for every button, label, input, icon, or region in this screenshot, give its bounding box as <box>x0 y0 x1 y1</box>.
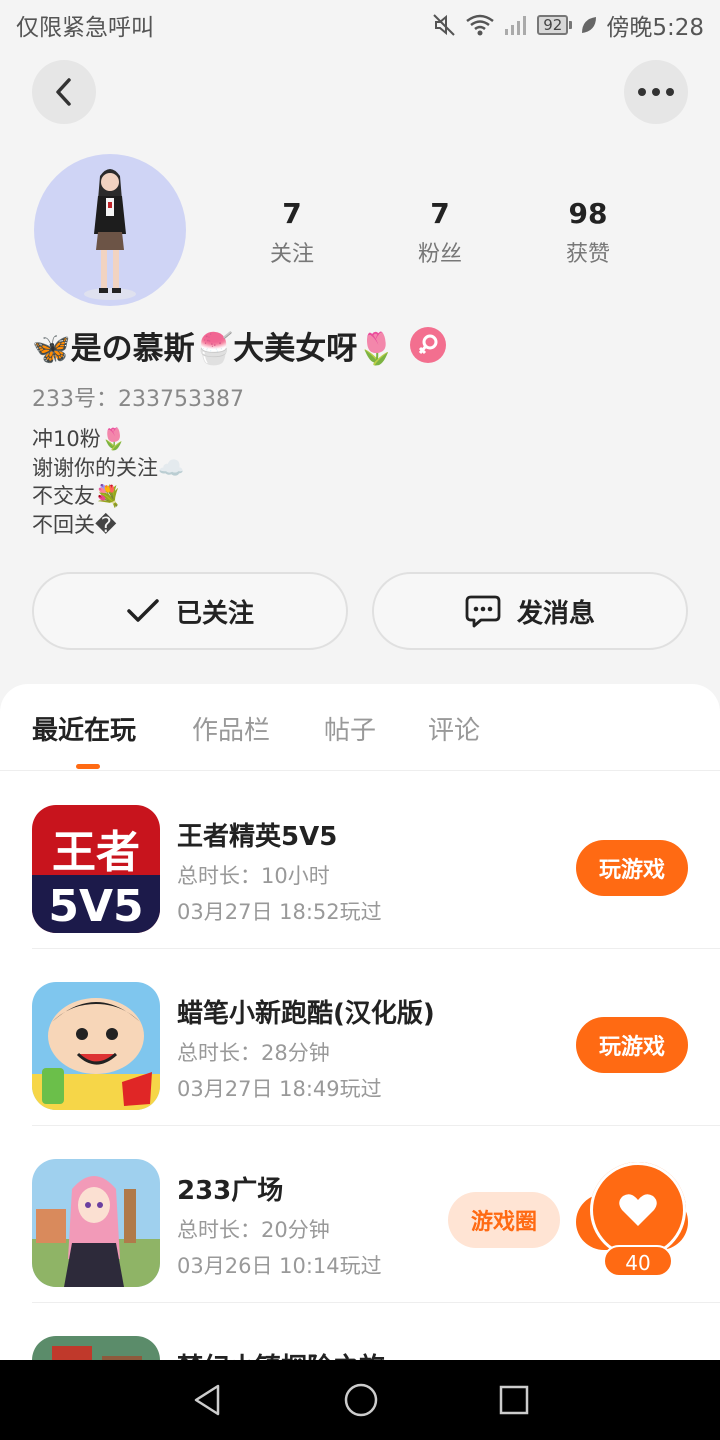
tab-works[interactable]: 作品栏 <box>192 710 270 747</box>
game-duration: 总时长：10小时 <box>177 864 330 888</box>
tab-recently-played[interactable]: 最近在玩 <box>32 710 136 747</box>
game-row[interactable]: 蜡笔小新跑酷(汉化版) 总时长：28分钟 03月27日 18:49玩过 玩游戏 <box>32 949 720 1126</box>
bio-line: 不回关� <box>32 512 117 537</box>
wangzhe-5v5-icon[interactable]: 王者 5V5 <box>32 805 160 933</box>
stat-label: 粉丝 <box>417 242 462 267</box>
game-duration: 总时长：28分钟 <box>177 1041 330 1065</box>
play-game-button[interactable]: 玩游戏 <box>576 1017 688 1073</box>
status-icons: 92 傍晚5:28 <box>431 8 704 42</box>
checkmark-icon <box>127 599 159 622</box>
status-bar: 仅限紧急呼叫 92 傍晚5:28 <box>0 0 720 50</box>
tab-comments[interactable]: 评论 <box>428 710 480 747</box>
nickname: 🦋是の慕斯🍧大美女呀🌷 <box>32 330 396 367</box>
stat-likes[interactable]: 98 获赞 <box>528 196 648 268</box>
nickname-row: 🦋是の慕斯🍧大美女呀🌷 <box>32 322 446 368</box>
avatar[interactable] <box>34 154 186 306</box>
game-circle-button[interactable]: 游戏圈 <box>448 1192 560 1248</box>
wifi-icon <box>466 14 495 36</box>
tab-posts[interactable]: 帖子 <box>324 710 376 747</box>
game-duration: 总时长：20分钟 <box>177 1218 330 1242</box>
game-last-played: 03月27日 18:49玩过 <box>177 1077 382 1101</box>
like-button[interactable] <box>590 1162 686 1258</box>
play-game-button[interactable]: 玩游戏 <box>576 840 688 896</box>
bio-line: 不交友💐 <box>32 484 122 508</box>
clock-text: 傍晚5:28 <box>606 15 704 41</box>
send-message-button[interactable]: 发消息 <box>372 572 688 650</box>
followed-button[interactable]: 已关注 <box>32 572 348 650</box>
stat-label: 获赞 <box>565 242 610 267</box>
stat-label: 关注 <box>269 242 314 267</box>
nav-recents-icon[interactable] <box>498 1384 530 1416</box>
user-id: 233号：233753387 <box>32 387 244 412</box>
battery-icon: 92 <box>537 15 573 35</box>
game-last-played: 03月27日 18:52玩过 <box>177 900 382 924</box>
stat-following[interactable]: 7 关注 <box>232 196 352 268</box>
svg-text:5V5: 5V5 <box>48 881 143 932</box>
more-options-button[interactable] <box>624 60 688 124</box>
female-gender-icon <box>409 327 446 363</box>
bio-line: 谢谢你的关注☁️ <box>32 455 185 480</box>
game-title: 233广场 <box>177 1176 284 1206</box>
game-title: 蜡笔小新跑酷(汉化版) <box>177 999 435 1029</box>
233-plaza-icon[interactable] <box>32 1159 160 1287</box>
bio-line: 冲10粉🌷 <box>32 427 127 451</box>
tab-bar: 最近在玩 作品栏 帖子 评论 <box>0 684 720 771</box>
crayon-shinchan-icon[interactable] <box>32 982 160 1110</box>
stat-value: 7 <box>430 197 450 230</box>
stat-value: 7 <box>282 197 302 230</box>
send-message-label: 发消息 <box>516 598 595 629</box>
heart-icon <box>619 1194 657 1226</box>
svg-text:王者: 王者 <box>52 827 140 878</box>
chat-bubble-icon <box>465 595 501 628</box>
game-row[interactable]: 王者 5V5 王者精英5V5 总时长：10小时 03月27日 18:52玩过 玩… <box>32 772 720 949</box>
bio: 冲10粉🌷 谢谢你的关注☁️ 不交友💐 不回关� <box>32 425 184 539</box>
stat-value: 98 <box>568 197 608 230</box>
followed-label: 已关注 <box>175 598 254 629</box>
more-dots-icon <box>638 88 674 96</box>
tab-indicator <box>76 764 100 769</box>
carrier-text: 仅限紧急呼叫 <box>16 15 154 41</box>
leaf-icon <box>582 17 597 33</box>
chevron-left-icon <box>56 78 71 106</box>
signal-icon <box>505 16 527 35</box>
nav-back-icon[interactable] <box>190 1383 224 1417</box>
game-title: 王者精英5V5 <box>177 822 338 852</box>
avatar-figure <box>84 169 136 300</box>
stat-followers[interactable]: 7 粉丝 <box>380 196 500 268</box>
back-button[interactable] <box>32 60 96 124</box>
game-last-played: 03月26日 10:14玩过 <box>177 1254 382 1278</box>
mute-icon <box>433 14 455 36</box>
system-nav-bar <box>0 1360 720 1440</box>
content-card: 最近在玩 作品栏 帖子 评论 王者 5V5 王者精英5V5 总时长：10小时 0… <box>0 684 720 1384</box>
like-count: 40 <box>603 1245 673 1277</box>
nav-home-icon[interactable] <box>343 1382 379 1418</box>
